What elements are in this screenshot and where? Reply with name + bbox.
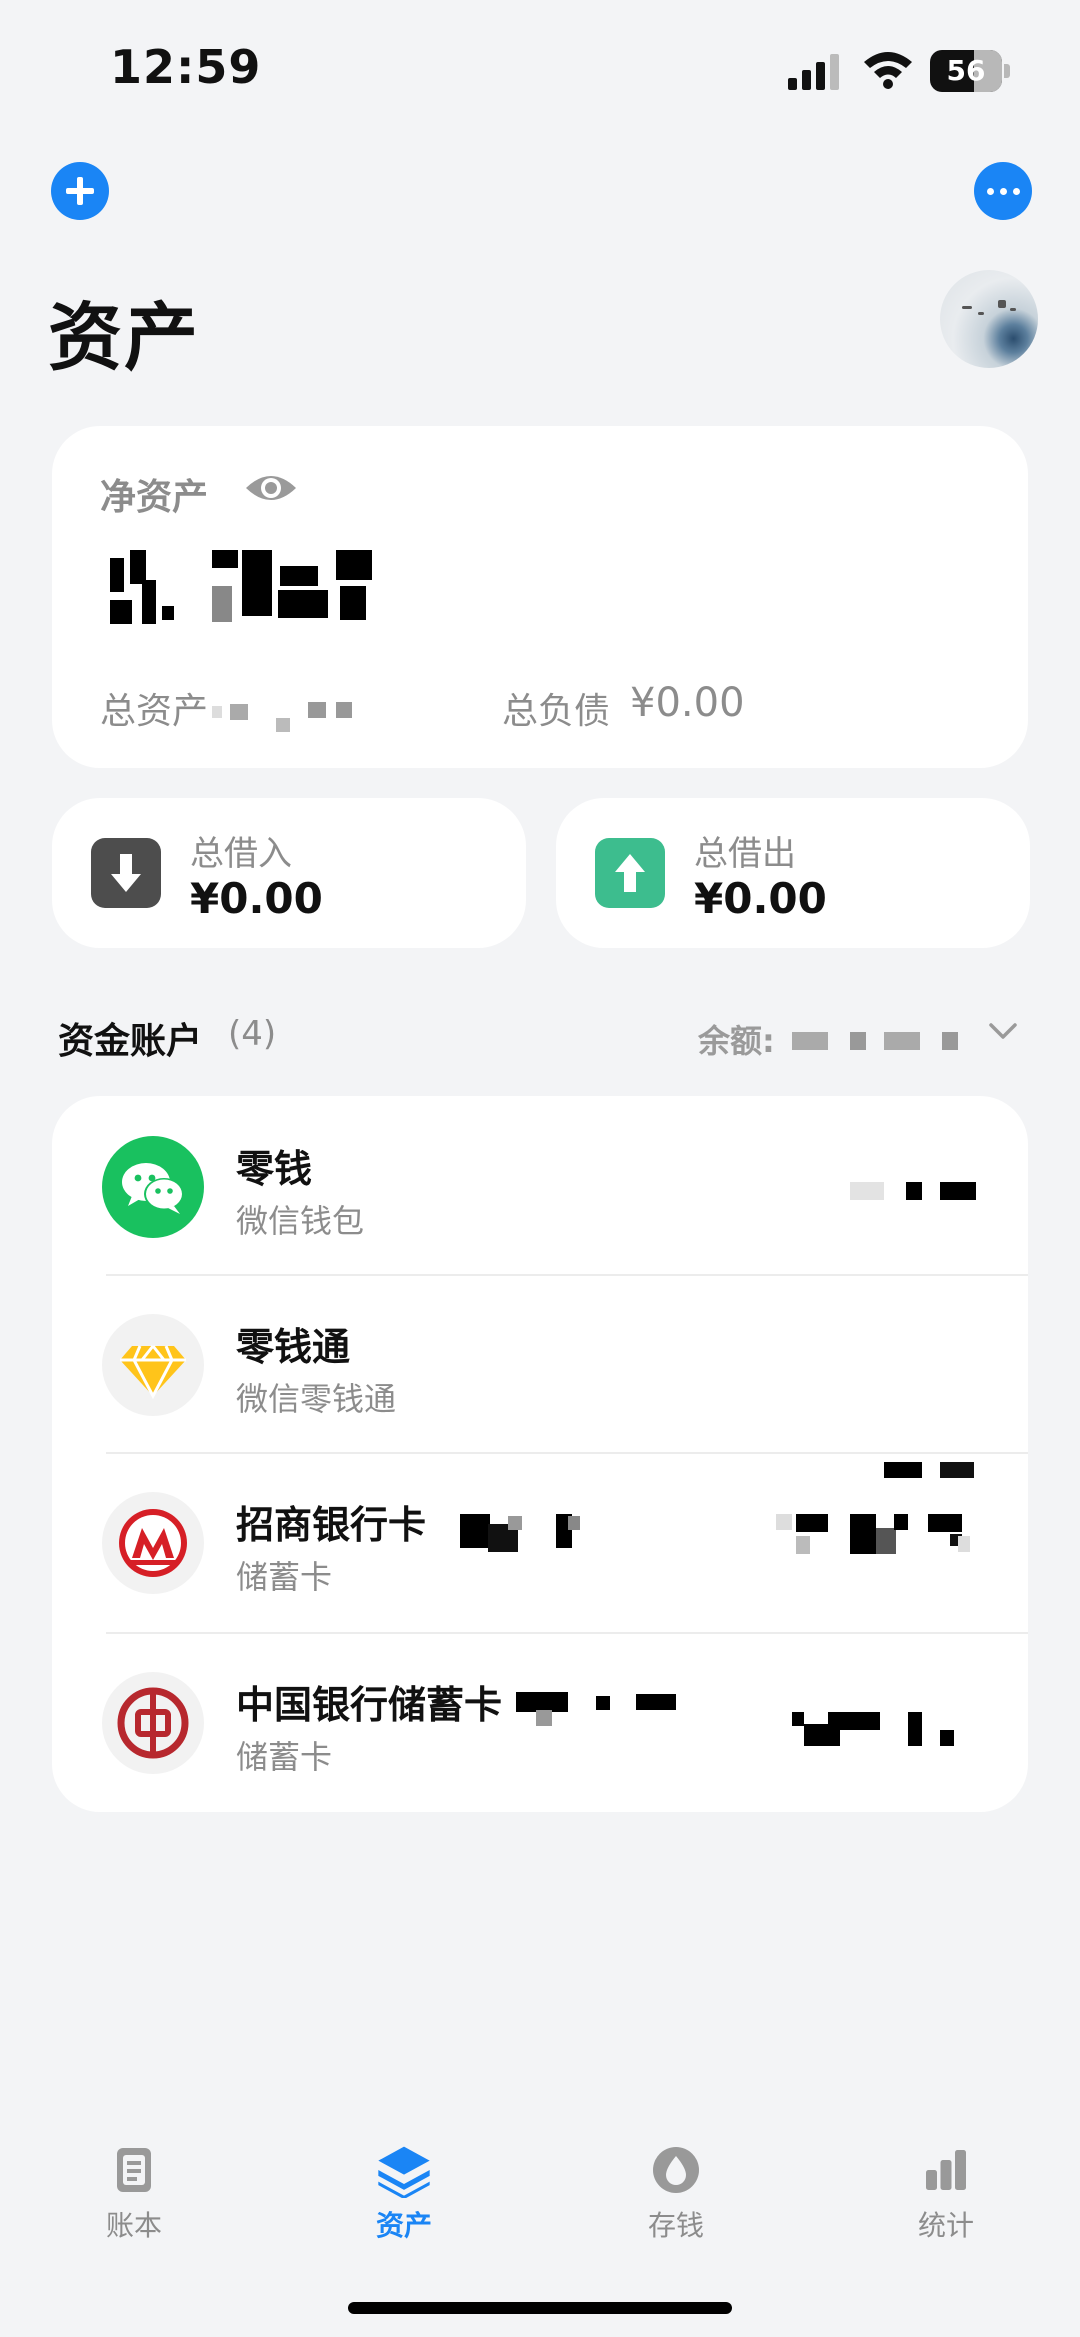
wifi-icon: [864, 52, 912, 89]
account-name: 零钱通: [236, 1325, 351, 1369]
account-name: 零钱: [236, 1147, 313, 1191]
status-bar: 12:59 56: [0, 0, 1080, 130]
avatar[interactable]: [940, 270, 1038, 368]
account-row-wechat-licaitong[interactable]: 零钱通 微信零钱通: [52, 1274, 1028, 1478]
account-type: 储蓄卡: [236, 1738, 333, 1776]
bar-chart-icon: [926, 2150, 966, 2190]
tab-label: 资产: [375, 2209, 432, 2242]
account-row-boc[interactable]: 中国银行储蓄卡 储蓄卡: [52, 1632, 1028, 1812]
row-divider: [106, 1274, 1028, 1276]
accounts-count: (4): [228, 1014, 277, 1054]
row-divider: [106, 1632, 1028, 1634]
cellular-signal-icon: [788, 54, 839, 90]
account-number-redacted: [460, 1514, 590, 1554]
total-lent-value: ¥0.00: [694, 874, 827, 923]
more-options-button[interactable]: [974, 162, 1032, 220]
ledger-icon: [117, 2148, 151, 2192]
account-type: 微信零钱通: [236, 1380, 397, 1418]
net-assets-value-redacted: [110, 550, 430, 640]
tab-statistics[interactable]: 统计: [876, 2140, 1016, 2250]
account-type: 微信钱包: [236, 1202, 365, 1240]
accounts-section-title: 资金账户: [58, 1021, 203, 1062]
tab-ledger[interactable]: 账本: [64, 2140, 204, 2250]
download-arrow-icon: [91, 838, 161, 908]
add-button[interactable]: [51, 162, 109, 220]
total-lent-card[interactable]: 总借出 ¥0.00: [556, 798, 1030, 948]
account-balance-redacted: [850, 1180, 980, 1202]
wechat-icon: [102, 1136, 204, 1238]
home-indicator[interactable]: [348, 2302, 732, 2314]
eye-icon[interactable]: [244, 470, 298, 506]
total-liabilities-value: ¥0.00: [630, 680, 745, 726]
diamond-icon: [102, 1314, 204, 1416]
account-number-redacted: [516, 1692, 686, 1728]
net-assets-label: 净资产: [100, 477, 209, 518]
total-borrowed-card[interactable]: 总借入 ¥0.00: [52, 798, 526, 948]
accounts-list: 零钱 微信钱包 零钱通 微信零钱通 招商银行卡 储蓄卡 中国银行储蓄卡 储蓄卡: [52, 1096, 1028, 1812]
account-name: 中国银行储蓄卡: [236, 1683, 503, 1727]
battery-level-text: 56: [946, 54, 986, 87]
bottom-tab-bar: 账本 资产 存钱 统计: [0, 2110, 1080, 2250]
total-assets-label: 总资产: [100, 691, 209, 732]
cmb-logo-icon: [102, 1492, 204, 1594]
row-divider: [106, 1452, 1028, 1454]
status-time: 12:59: [110, 40, 262, 94]
balance-total-redacted: [792, 1030, 962, 1052]
account-name: 招商银行卡: [236, 1503, 427, 1547]
tab-label: 账本: [105, 2209, 162, 2242]
tab-label: 统计: [917, 2209, 974, 2242]
page-title: 资产: [48, 295, 200, 381]
tab-assets[interactable]: 资产: [334, 2140, 474, 2250]
tab-label: 存钱: [647, 2209, 704, 2242]
total-assets-value-redacted: [212, 702, 352, 732]
tab-savings[interactable]: 存钱: [606, 2140, 746, 2250]
account-balance-redacted: [792, 1712, 982, 1756]
chevron-down-icon[interactable]: [988, 1022, 1018, 1042]
account-row-wechat-change[interactable]: 零钱 微信钱包: [52, 1096, 1028, 1276]
account-balance-redacted: [776, 1514, 986, 1558]
total-liabilities-label: 总负债: [502, 691, 611, 732]
battery-icon: 56: [930, 50, 1010, 92]
boc-logo-icon: [102, 1672, 204, 1774]
total-lent-label: 总借出: [694, 834, 796, 874]
total-borrowed-label: 总借入: [190, 834, 292, 874]
account-type: 储蓄卡: [236, 1558, 333, 1596]
total-borrowed-value: ¥0.00: [190, 874, 323, 923]
upload-arrow-icon: [595, 838, 665, 908]
drop-icon: [653, 2147, 699, 2193]
layers-icon: [378, 2146, 430, 2198]
balance-sort-label[interactable]: 余额:: [698, 1016, 775, 1062]
net-assets-card: 净资产 总资产 总负债 ¥0.00: [52, 426, 1028, 768]
account-row-cmb[interactable]: 招商银行卡 储蓄卡: [52, 1452, 1028, 1632]
